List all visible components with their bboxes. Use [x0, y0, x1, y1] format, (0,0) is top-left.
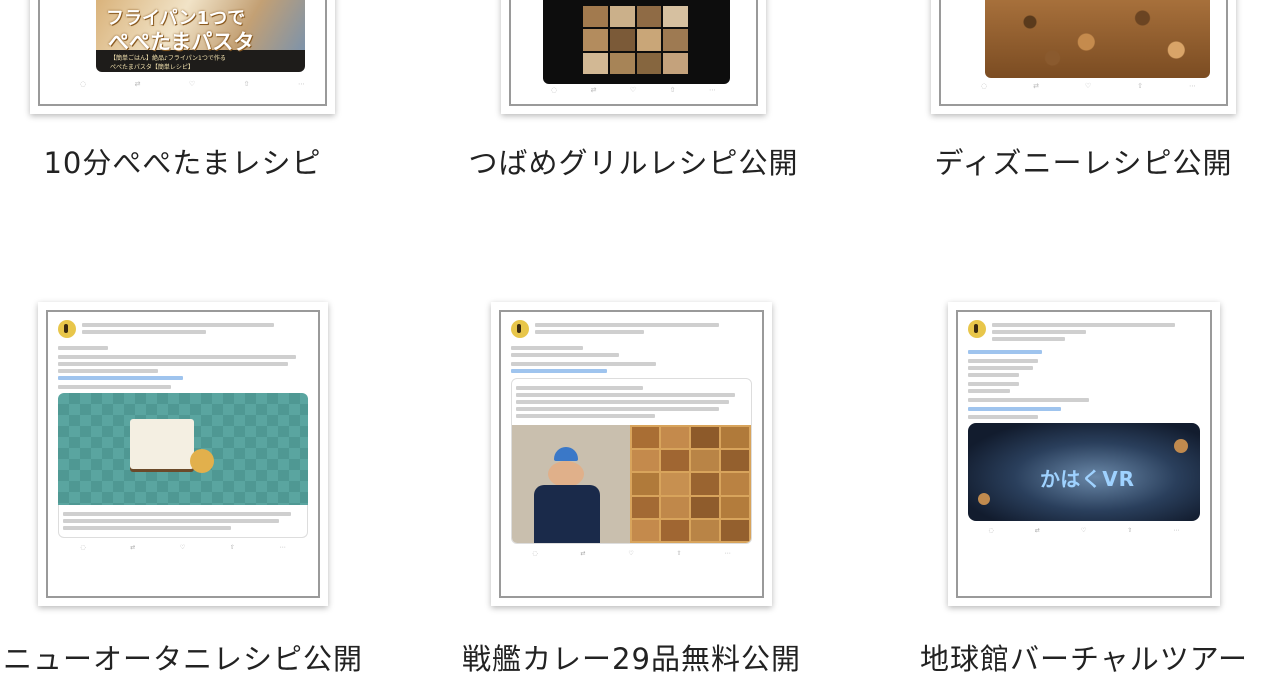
vr-label: かはくVR [1040, 467, 1136, 491]
avatar [511, 320, 529, 338]
tweet-actions: ◌ ⇄ ♡ ⇧ ⋯ [981, 82, 1196, 90]
retweet-icon: ⇄ [1034, 527, 1040, 534]
share-icon: ⇧ [229, 544, 235, 551]
share-icon: ⇧ [1137, 82, 1143, 90]
hotel-book-image [58, 393, 308, 505]
quoted-tweet [511, 378, 752, 544]
cookie-photo [985, 0, 1210, 78]
like-icon: ♡ [179, 544, 186, 551]
share-icon: ⇧ [243, 80, 250, 88]
tweet-thumbnail-disney[interactable]: ◌ ⇄ ♡ ⇧ ⋯ [931, 0, 1236, 114]
book-icon [130, 419, 194, 469]
caption-disney[interactable]: ディズニーレシピ公開 [901, 140, 1266, 182]
share-icon: ⇧ [1127, 527, 1133, 534]
curry-grid [629, 425, 751, 543]
photo-collage [543, 0, 730, 84]
more-icon: ⋯ [1188, 82, 1196, 90]
avatar [58, 320, 76, 338]
tweet-body: ◌ ⇄ ♡ ⇧ ⋯ [511, 312, 752, 557]
thumbnail-caption-1: 【簡単ごはん】絶品♪フライパン1つで作る [110, 55, 226, 62]
plate-icon [190, 449, 214, 473]
tweet-thumbnail-new-otani[interactable]: ◌ ⇄ ♡ ⇧ ⋯ [38, 302, 328, 606]
tweet-thumbnail-chikyukan[interactable]: かはくVR ◌ ⇄ ♡ ⇧ ⋯ [948, 302, 1220, 606]
tweet-actions: ◌ ⇄ ♡ ⇧ ⋯ [551, 86, 716, 94]
thumbnail-title-2: ぺぺたまパスタ [108, 30, 255, 54]
collage-grid [583, 6, 688, 74]
retweet-icon: ⇄ [130, 544, 136, 551]
like-icon: ♡ [1080, 527, 1087, 534]
caption-tsubame-grill[interactable]: つばめグリルレシピ公開 [451, 140, 816, 182]
tweet-actions: ◌ ⇄ ♡ ⇧ ⋯ [58, 544, 308, 551]
like-icon: ♡ [628, 550, 634, 557]
reply-icon: ◌ [80, 544, 86, 551]
caption-chikyukan[interactable]: 地球館バーチャルツアー [899, 636, 1269, 678]
retweet-icon: ⇄ [590, 86, 597, 94]
like-icon: ♡ [629, 86, 637, 94]
reply-icon: ◌ [988, 527, 994, 534]
share-icon: ⇧ [669, 86, 676, 94]
reply-icon: ◌ [80, 80, 87, 88]
caption-battleship-curry[interactable]: 戦艦カレー29品無料公開 [446, 636, 817, 678]
tweet-body: かはくVR ◌ ⇄ ♡ ⇧ ⋯ [968, 312, 1200, 534]
more-icon: ⋯ [297, 80, 305, 88]
share-icon: ⇧ [676, 550, 682, 557]
retweet-icon: ⇄ [134, 80, 141, 88]
retweet-icon: ⇄ [580, 550, 586, 557]
tweet-body: ◌ ⇄ ♡ ⇧ ⋯ [58, 312, 308, 551]
chef-photo [512, 425, 630, 543]
museum-vr-image: かはくVR [968, 423, 1200, 521]
caption-new-otani[interactable]: ニューオータニレシピ公開 [0, 636, 366, 678]
caption-pepetama[interactable]: 10分ぺぺたまレシピ [30, 140, 335, 182]
like-icon: ♡ [1084, 82, 1092, 90]
tweet-thumbnail-tsubame-grill[interactable]: ◌ ⇄ ♡ ⇧ ⋯ [501, 0, 766, 114]
thumbnail-caption-2: ぺぺたまパスタ【簡単レシピ】 [110, 64, 194, 71]
reply-icon: ◌ [981, 82, 988, 90]
tweet-actions: ◌ ⇄ ♡ ⇧ ⋯ [968, 527, 1200, 534]
more-icon: ⋯ [708, 86, 716, 94]
tweet-actions: ◌ ⇄ ♡ ⇧ ⋯ [80, 80, 305, 88]
like-icon: ♡ [188, 80, 196, 88]
more-icon: ⋯ [279, 544, 286, 551]
more-icon: ⋯ [724, 550, 731, 557]
avatar [968, 320, 986, 338]
video-thumbnail: フライパン1つで ぺぺたまパスタ 【簡単ごはん】絶品♪フライパン1つで作る ぺぺ… [96, 0, 305, 72]
tweet-actions: ◌ ⇄ ♡ ⇧ ⋯ [511, 550, 752, 557]
more-icon: ⋯ [1173, 527, 1180, 534]
tweet-thumbnail-pepetama[interactable]: フライパン1つで ぺぺたまパスタ 【簡単ごはん】絶品♪フライパン1つで作る ぺぺ… [30, 0, 335, 114]
tweet-thumbnail-battleship-curry[interactable]: ◌ ⇄ ♡ ⇧ ⋯ [491, 302, 772, 606]
retweet-icon: ⇄ [1033, 82, 1039, 90]
reply-icon: ◌ [532, 550, 538, 557]
reply-icon: ◌ [551, 86, 558, 94]
